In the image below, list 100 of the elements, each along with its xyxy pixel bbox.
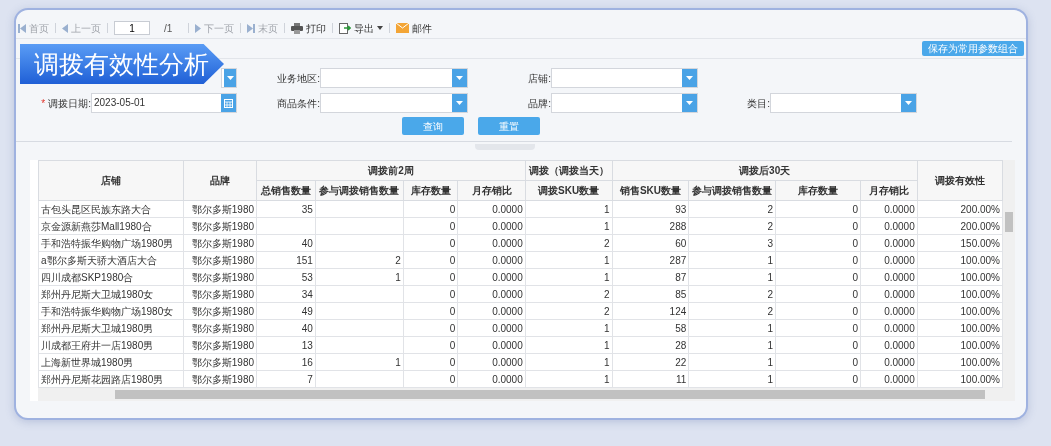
table-cell: 0 [775,319,861,337]
print-button[interactable]: 打印 [291,20,327,36]
table-cell: 0.0000 [860,251,918,269]
table-cell: 手和浩特振华购物广场1980女 [38,302,184,320]
table-cell: 1 [688,336,776,354]
column-header: 店铺 [38,160,184,201]
table-cell: 0 [403,234,458,252]
table-cell: 0 [775,370,861,388]
table-cell: 0.0000 [457,251,526,269]
table-cell: 2 [525,285,613,303]
vertical-scrollbar[interactable] [1003,160,1015,388]
dropdown-field[interactable] [320,68,468,88]
table-cell: 鄂尔多斯1980 [183,217,257,235]
filter-label: 业务地区: [277,71,320,86]
table-cell: 0.0000 [860,353,918,371]
table-cell: 40 [256,319,316,337]
table-cell: 0 [775,353,861,371]
table-cell: 0 [775,336,861,354]
table-cell: 0.0000 [457,302,526,320]
table-cell: 1 [525,200,613,218]
table-cell: 2 [525,302,613,320]
table-cell: 1 [525,370,613,388]
table-cell: 100.00% [917,268,1003,286]
triangle-left-icon [62,23,68,33]
table-cell: 0.0000 [457,268,526,286]
export-icon [339,22,352,34]
export-button[interactable]: 导出 [339,20,384,36]
table-cell: 100.00% [917,251,1003,269]
table-cell: 0 [775,302,861,320]
table-cell: 1 [315,268,404,286]
table-cell: 2 [688,200,776,218]
table-cell: 40 [256,234,316,252]
table-cell: 0.0000 [860,336,918,354]
filter-label: 调拨日期: [48,96,91,111]
column-header: 调拨有效性 [917,160,1003,201]
table-cell: 0.0000 [860,319,918,337]
table-cell: 鄂尔多斯1980 [183,268,257,286]
table-cell: 四川成都SKP1980合 [38,268,184,286]
table-cell: 0 [403,370,458,388]
dropdown-field[interactable] [221,68,237,88]
dropdown-field[interactable] [551,68,698,88]
table-cell: 鄂尔多斯1980 [183,319,257,337]
table-cell: 郑州丹尼斯大卫城1980男 [38,319,184,337]
dropdown-field[interactable] [770,93,917,113]
printer-icon [291,22,304,34]
table-cell: 1 [525,319,613,337]
save-preset-button[interactable]: 保存为常用参数组合 [922,41,1024,56]
table-cell: 2 [688,217,776,235]
table-cell: 0 [403,302,458,320]
table-cell: 0.0000 [457,353,526,371]
horizontal-scrollbar[interactable] [38,388,1015,401]
page-number-field[interactable]: 1 [114,21,150,35]
table-cell: 53 [256,268,316,286]
table-cell: 0 [403,285,458,303]
table-cell: 60 [612,234,689,252]
table-cell: 鄂尔多斯1980 [183,370,257,388]
table-cell: 0.0000 [457,217,526,235]
table-cell: 1 [688,268,776,286]
table-cell: 49 [256,302,316,320]
query-button[interactable]: 查询 [402,117,464,135]
caret-down-icon [226,76,234,80]
table-cell: 100.00% [917,370,1003,388]
table-cell: 0 [403,336,458,354]
table-cell: 鄂尔多斯1980 [183,200,257,218]
table-cell: 0.0000 [860,200,918,218]
column-group-header: 调拨后30天 [612,160,918,181]
table-cell: 1 [688,251,776,269]
table-cell: 34 [256,285,316,303]
table-cell: 0.0000 [457,285,526,303]
table-cell: 22 [612,353,689,371]
table-cell: 京金源新燕莎Mall1980合 [38,217,184,235]
table-cell: 0.0000 [860,217,918,235]
filter-label: 店铺: [528,71,551,86]
table-cell: 0 [775,285,861,303]
table-cell: 川成都王府井一店1980男 [38,336,184,354]
required-mark: * [41,96,46,111]
table-cell: 0 [403,251,458,269]
table-cell: 郑州丹尼斯大卫城1980女 [38,285,184,303]
dropdown-field[interactable] [551,93,698,113]
table-cell: 0 [403,200,458,218]
table-cell: 2 [525,234,613,252]
reset-button[interactable]: 重置 [478,117,540,135]
date-field[interactable]: 2023-05-01 [91,93,237,113]
caret-down-icon [377,26,384,30]
table-cell: 7 [256,370,316,388]
table-cell: 93 [612,200,689,218]
caret-down-icon [456,76,463,80]
table-cell: 1 [525,336,613,354]
table-cell: 0 [403,217,458,235]
table-cell: 0 [403,268,458,286]
table-cell: 鄂尔多斯1980 [183,336,257,354]
dropdown-field[interactable] [320,93,468,113]
column-header: 品牌 [183,160,257,201]
caret-down-icon [456,101,463,105]
table-cell: 150.00% [917,234,1003,252]
table-cell: 0 [775,234,861,252]
mail-button[interactable]: 邮件 [396,20,433,36]
table-cell: 2 [315,251,404,269]
table-cell: 1 [688,353,776,371]
table-cell: 古包头昆区民族东路大合 [38,200,184,218]
